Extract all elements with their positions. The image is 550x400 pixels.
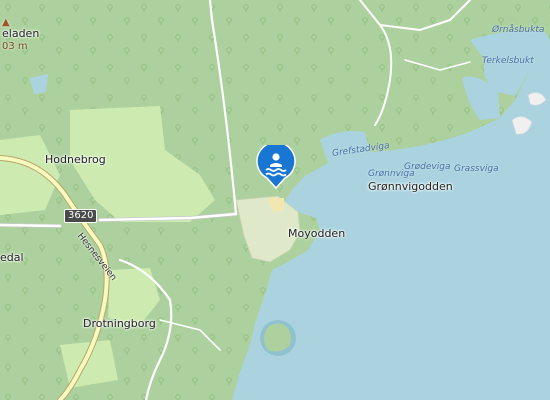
peak-label-eladen: eladen bbox=[2, 27, 40, 40]
map-base-layer bbox=[0, 0, 550, 400]
map-marker-swimming[interactable] bbox=[256, 141, 296, 193]
water-label-grodeviga: Grødeviga bbox=[404, 162, 451, 172]
place-label-hodnebrog: Hodnebrog bbox=[45, 153, 106, 166]
place-label-gronnvigodden: Grønnvigodden bbox=[368, 180, 453, 193]
road-shield-3620: 3620 bbox=[64, 209, 98, 223]
water-label-ornasbukta: Ørnåsbukta bbox=[492, 25, 545, 35]
elevation-label: 03 m bbox=[2, 41, 28, 52]
place-label-moyodden: Moyodden bbox=[288, 227, 346, 240]
map-view[interactable]: Hodnebrog Moyodden Grønnvigodden Drotnin… bbox=[0, 0, 550, 400]
water-label-terkelsbukt: Terkelsbukt bbox=[482, 56, 534, 66]
island bbox=[264, 323, 291, 352]
peak-icon: ▲ bbox=[2, 17, 10, 28]
swimming-icon bbox=[256, 141, 296, 190]
place-label-drotningborg: Drotningborg bbox=[83, 317, 156, 330]
water-label-grassviga: Grassviga bbox=[454, 164, 499, 174]
place-label-edal: edal bbox=[0, 251, 24, 264]
